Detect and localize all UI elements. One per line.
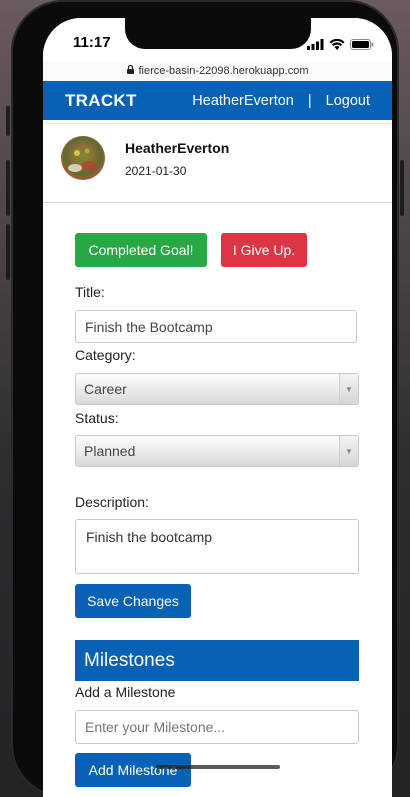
wifi-icon — [329, 37, 345, 55]
title-label: Title: — [75, 284, 105, 300]
navbar: TRACKT HeatherEverton | Logout — [43, 81, 392, 120]
description-label: Description: — [75, 494, 149, 510]
save-changes-button[interactable]: Save Changes — [75, 584, 191, 618]
url-bar[interactable]: fierce-basin-22098.herokuapp.com — [43, 61, 392, 81]
give-up-button[interactable]: I Give Up. — [221, 233, 307, 267]
silent-switch — [6, 106, 10, 136]
brand-link[interactable]: TRACKT — [65, 91, 137, 111]
title-input[interactable]: Finish the Bootcamp — [75, 310, 357, 343]
status-label: Status: — [75, 410, 119, 426]
completed-goal-button[interactable]: Completed Goal! — [75, 233, 207, 267]
description-textarea[interactable]: Finish the bootcamp — [75, 519, 359, 574]
category-select[interactable]: Career ▼ — [75, 373, 359, 405]
clock: 11:17 — [73, 34, 111, 51]
lock-icon — [126, 64, 134, 77]
home-indicator — [156, 765, 280, 769]
battery-icon — [350, 37, 374, 55]
add-milestone-button[interactable]: Add Milestone — [75, 753, 191, 787]
status-value: Planned — [84, 443, 136, 459]
power-button — [400, 160, 404, 216]
notch — [125, 18, 311, 49]
profile-name: HeatherEverton — [125, 140, 230, 156]
chevron-down-icon: ▼ — [339, 374, 358, 404]
add-milestone-label: Add a Milestone — [75, 684, 176, 700]
milestone-input[interactable] — [75, 710, 359, 744]
phone-screen: 11:17 fierce-basin-22098.herokuapp.com T… — [43, 18, 392, 797]
volume-down-button — [6, 224, 10, 280]
status-select[interactable]: Planned ▼ — [75, 435, 359, 467]
milestones-header: Milestones — [75, 640, 359, 681]
category-label: Category: — [75, 347, 136, 363]
nav-username-link[interactable]: HeatherEverton — [192, 93, 294, 109]
category-value: Career — [84, 381, 127, 397]
volume-up-button — [6, 160, 10, 216]
logout-link[interactable]: Logout — [326, 93, 370, 109]
profile-date: 2021-01-30 — [125, 164, 187, 178]
chevron-down-icon: ▼ — [339, 436, 358, 466]
profile-card: HeatherEverton 2021-01-30 — [43, 123, 392, 203]
nav-separator: | — [307, 92, 312, 109]
avatar — [61, 136, 105, 180]
url-text: fierce-basin-22098.herokuapp.com — [138, 65, 309, 77]
signal-icon — [307, 37, 324, 55]
phone-frame: 11:17 fierce-basin-22098.herokuapp.com T… — [11, 0, 399, 797]
